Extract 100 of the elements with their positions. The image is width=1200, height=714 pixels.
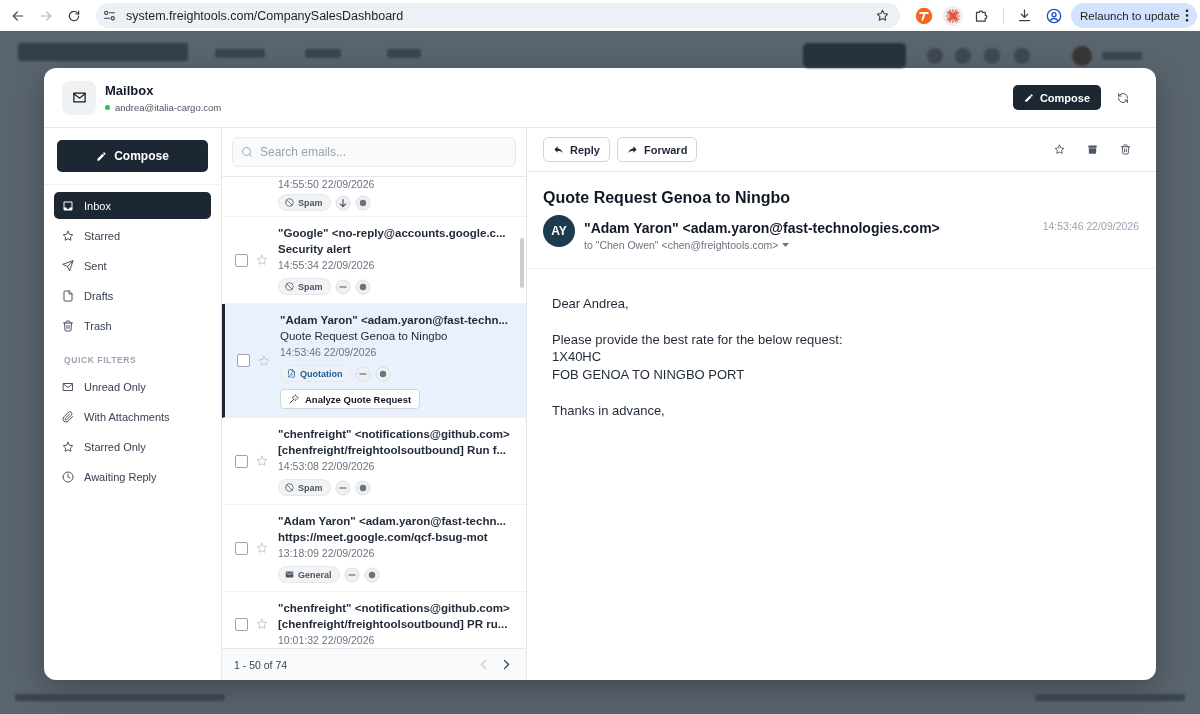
compose-button[interactable]: Compose [1012, 85, 1101, 110]
profile-icon[interactable] [1045, 7, 1062, 24]
email-sender: "Google" <no-reply@accounts.google.c... [278, 226, 507, 241]
email-subject: [chenfreight/freightoolsoutbound] Run f... [278, 443, 508, 458]
folder-item[interactable]: Trash [54, 312, 211, 339]
email-subject: Quote Request Genoa to Ningbo [280, 329, 449, 344]
email-list-item[interactable]: "Adam Yaron" <adam.yaron@fast-techn... Quote Request Genoa to Ningbo 14:53:46 22/09/2026 Quotation Analyze Quote Request [222, 304, 526, 418]
recipient-line: to "Chen Owen" <chen@freightools.com> [584, 238, 779, 252]
sparkle-extension-icon[interactable] [941, 4, 964, 27]
tag-label: General [298, 569, 332, 580]
forward-button[interactable]: Forward [616, 137, 698, 162]
email-timestamp: 14:53:46 22/09/2026 [280, 345, 378, 360]
site-settings-icon[interactable] [103, 9, 116, 22]
bookmark-star-icon[interactable] [876, 9, 889, 22]
checkbox[interactable] [235, 253, 248, 267]
sender-address: "Adam Yaron" <adam.yaron@fast-technologies.com> [584, 219, 941, 237]
relaunch-button[interactable]: Relaunch to update [1071, 3, 1197, 28]
star-icon [62, 229, 74, 242]
email-sender: "Adam Yaron" <adam.yaron@fast-techn... [278, 514, 507, 529]
envelope-icon [285, 570, 294, 579]
back-arrow-icon[interactable] [11, 8, 25, 23]
ban-icon [285, 483, 294, 492]
compose-button[interactable]: Compose [57, 140, 208, 172]
download-icon[interactable] [1017, 8, 1032, 23]
account-email: andrea@italia-cargo.com [115, 101, 222, 113]
email-sender: "chenfreight" <notifications@github.com> [278, 427, 511, 442]
document-pen-icon [287, 369, 296, 378]
paperclip-icon [62, 410, 74, 423]
email-body-paragraph: Please provide the best rate for the below request: 1X40HC FOB GENOA TO NINGBO PORT [552, 330, 844, 384]
blurred-circle [927, 48, 943, 64]
mailbox-title: Mailbox [105, 82, 155, 99]
email-body-paragraph: Thanks in advance, [552, 401, 666, 420]
email-list-item[interactable]: 14:55:50 22/09/2026 Spam [222, 177, 526, 217]
ban-icon [285, 282, 294, 291]
folder-item[interactable]: Starred [54, 222, 211, 249]
blurred-text-block [305, 49, 341, 58]
archive-box-icon[interactable] [1087, 144, 1098, 155]
email-subject: https://meet.google.com/qcf-bsug-mot [278, 530, 489, 545]
blurred-text-block [387, 49, 421, 58]
filter-item[interactable]: Unread Only [54, 373, 211, 400]
email-timestamp: 14:53:08 22/09/2026 [278, 459, 376, 474]
scrollbar-thumb[interactable] [520, 238, 524, 288]
forward-arrow-icon [626, 144, 638, 155]
refresh-icon[interactable] [1117, 91, 1129, 104]
folder-item[interactable]: Sent [54, 252, 211, 279]
star-icon[interactable] [1054, 144, 1065, 155]
checkbox[interactable] [237, 354, 250, 367]
trash-icon[interactable] [1120, 144, 1131, 155]
reload-icon[interactable] [67, 8, 81, 23]
checkbox[interactable] [235, 454, 248, 468]
blurred-circle [984, 48, 1000, 64]
sender-avatar: AY [543, 215, 575, 247]
email-body-paragraph: Dear Andrea, [552, 295, 630, 313]
checkbox[interactable] [235, 617, 248, 631]
filter-item[interactable]: Starred Only [54, 433, 211, 460]
email-date: 14:53:46 22/09/2026 [1042, 219, 1139, 233]
trash-icon [62, 319, 74, 332]
email-timestamp: 13:18:09 22/09/2026 [278, 546, 376, 561]
tag-label: Spam [298, 281, 323, 292]
filter-item[interactable]: With Attachments [54, 403, 211, 430]
envelope-icon [62, 380, 74, 393]
address-bar[interactable]: system.freightools.com/CompanySalesDashboard [96, 3, 900, 28]
email-sender: "chenfreight" <notifications@github.com> [278, 601, 511, 616]
reply-button[interactable]: Reply [543, 137, 610, 162]
chevron-right-icon[interactable] [503, 659, 510, 670]
clock-icon [62, 470, 74, 483]
blurred-circle [1014, 48, 1030, 64]
url-text: system.freightools.com/CompanySalesDashboard [126, 8, 404, 23]
caret-icon[interactable] [782, 243, 790, 247]
pencil-icon [1023, 92, 1034, 103]
blurred-text-block [215, 49, 265, 58]
email-subject: [chenfreight/freightoolsoutbound] PR ru... [278, 617, 509, 632]
folder-item[interactable]: Inbox [54, 192, 211, 219]
checkbox[interactable] [235, 541, 248, 555]
email-subject: Security alert [278, 242, 352, 257]
blurred-avatar [1072, 46, 1092, 66]
blurred-text-block [1102, 52, 1142, 60]
inbox-tray-icon [62, 199, 74, 212]
pencil-icon [96, 150, 108, 162]
search-icon [241, 146, 253, 158]
reply-arrow-icon [553, 144, 564, 155]
filter-item[interactable]: Awaiting Reply [54, 463, 211, 490]
paper-plane-icon [62, 259, 74, 272]
email-list-item[interactable]: "Adam Yaron" <adam.yaron@fast-techn... https://meet.google.com/qcf-bsug-mot 13:18:09 22/09/2026 General [222, 505, 526, 592]
magic-wand-icon [289, 394, 299, 404]
section-heading: QUICK FILTERS [63, 354, 138, 366]
email-timestamp: 10:01:32 22/09/2026 [278, 633, 376, 648]
star-icon [62, 440, 74, 453]
tag-label: Quotation [300, 368, 343, 379]
blurred-circle [955, 48, 971, 64]
extension-logo-icon[interactable] [914, 6, 933, 25]
email-sender: "Adam Yaron" <adam.yaron@fast-techn... [280, 313, 509, 328]
email-list-item[interactable]: "chenfreight" <notifications@github.com> [chenfreight/freightoolsoutbound] Run f... 14:53:08 22/09/2026 Spam [222, 418, 526, 505]
email-timestamp: 14:55:50 22/09/2026 [278, 177, 376, 191]
analyze-button[interactable]: Analyze Quote Request [280, 389, 421, 409]
tag-label: Spam [298, 482, 323, 493]
email-subject-heading: Quote Request Genoa to Ningbo [543, 188, 792, 208]
search-field[interactable]: Search emails... [232, 137, 516, 167]
puzzle-icon[interactable] [974, 8, 989, 23]
folder-item[interactable]: Drafts [54, 282, 211, 309]
